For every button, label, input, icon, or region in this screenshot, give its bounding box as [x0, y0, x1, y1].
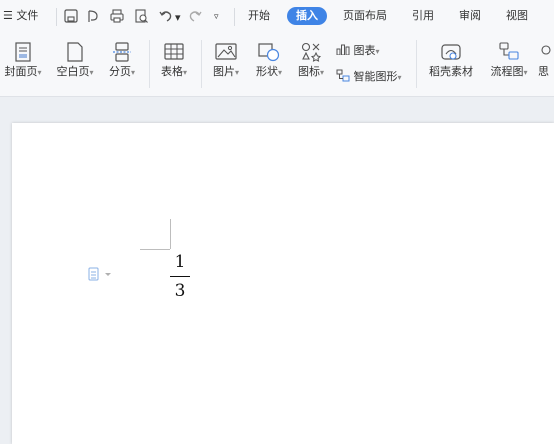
- file-menu[interactable]: ☰ 文件: [3, 9, 38, 23]
- divider: [234, 8, 235, 26]
- document-workspace: 1 3: [0, 97, 554, 444]
- icon-library-icon: [301, 42, 322, 62]
- redo-icon[interactable]: [187, 8, 203, 24]
- tab-home[interactable]: 开始: [248, 9, 270, 23]
- tab-view[interactable]: 视图: [506, 9, 528, 23]
- picture-icon: [215, 43, 237, 60]
- blank-page-button[interactable]: 空白页▾: [51, 42, 99, 80]
- template-material-icon: [441, 44, 461, 60]
- chart-label: 图表: [353, 44, 376, 57]
- menu-bar: ☰ 文件 ▾ ▿ 开始 插入 页面布局 引用 审阅 视图: [0, 0, 554, 34]
- insert-ribbon: 封面页▾ 空白页▾ 分页▾ 表格▾ 图片▾ 形状▾ 图标▾ 图表▾ 智能图形▾ …: [0, 34, 554, 97]
- blank-page-label: 空白页: [56, 65, 90, 78]
- mind-map-icon: [541, 45, 551, 55]
- flowchart-label: 流程图: [490, 65, 524, 78]
- shape-icon: [258, 43, 280, 62]
- margin-marker: [140, 249, 170, 250]
- customize-toolbar-icon[interactable]: ▿: [214, 10, 219, 24]
- undo-dropdown-icon[interactable]: ▾: [175, 11, 181, 25]
- undo-icon[interactable]: [158, 8, 174, 24]
- output-pdf-icon[interactable]: [85, 8, 101, 24]
- tab-insert[interactable]: 插入: [287, 7, 327, 25]
- mind-map-button[interactable]: 思: [538, 42, 554, 79]
- template-material-label: 稻壳素材: [429, 65, 473, 78]
- print-icon[interactable]: [109, 8, 125, 24]
- smart-art-icon: [336, 69, 350, 82]
- flowchart-button[interactable]: 流程图▾: [486, 42, 532, 80]
- tab-references[interactable]: 引用: [412, 9, 434, 23]
- mind-map-label: 思: [538, 65, 549, 78]
- picture-label: 图片: [212, 65, 235, 78]
- shape-label: 形状: [255, 65, 278, 78]
- print-preview-icon[interactable]: [133, 8, 149, 24]
- icon-label: 图标: [297, 65, 320, 78]
- fraction-numerator: 1: [174, 252, 186, 272]
- divider: [201, 40, 202, 88]
- divider: [149, 40, 150, 88]
- table-button[interactable]: 表格▾: [155, 42, 193, 80]
- margin-marker: [170, 219, 171, 249]
- divider: [416, 40, 417, 88]
- cover-page-label: 封面页: [4, 65, 38, 78]
- fraction-equation[interactable]: 1 3: [169, 251, 191, 302]
- cover-page-button[interactable]: 封面页▾: [0, 42, 46, 80]
- smart-art-label: 智能图形: [353, 70, 398, 83]
- page-break-icon: [113, 42, 131, 62]
- paste-options-icon[interactable]: [88, 267, 114, 281]
- shape-button[interactable]: 形状▾: [249, 42, 289, 80]
- picture-button[interactable]: 图片▾: [206, 42, 246, 80]
- table-icon: [164, 43, 184, 60]
- chart-icon: [336, 44, 350, 56]
- template-material-button[interactable]: 稻壳素材: [424, 42, 478, 79]
- flowchart-icon: [499, 42, 519, 60]
- save-icon[interactable]: [63, 8, 79, 24]
- smart-art-button[interactable]: 智能图形▾: [336, 69, 402, 85]
- page-break-button[interactable]: 分页▾: [104, 42, 140, 80]
- tab-review[interactable]: 审阅: [459, 9, 481, 23]
- chart-button[interactable]: 图表▾: [336, 43, 380, 59]
- divider: [56, 8, 57, 26]
- tab-page-layout[interactable]: 页面布局: [343, 9, 387, 23]
- insert-icon-button[interactable]: 图标▾: [291, 42, 331, 80]
- page-break-label: 分页: [108, 65, 131, 78]
- document-page[interactable]: 1 3: [12, 123, 554, 444]
- cover-page-icon: [15, 42, 31, 62]
- fraction-bar: [170, 276, 190, 277]
- table-label: 表格: [160, 65, 183, 78]
- fraction-denominator: 3: [174, 281, 186, 301]
- blank-page-icon: [67, 42, 83, 62]
